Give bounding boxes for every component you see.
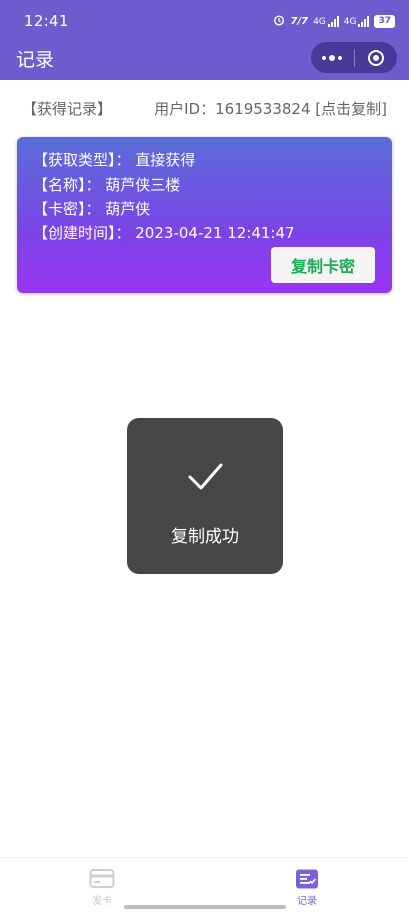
target-close-icon [367, 49, 384, 66]
home-indicator[interactable] [124, 905, 286, 909]
status-icons: 7/7 4G 4G 37 [273, 13, 395, 29]
alarm-icon [273, 14, 285, 29]
signal-bars-icon [327, 15, 339, 27]
toast-text: 复制成功 [171, 527, 239, 547]
tab-cards-label: 发卡 [92, 896, 112, 907]
item-name: 【名称】： 葫芦侠三楼 [33, 176, 181, 194]
more-button[interactable] [311, 42, 354, 73]
tab-bar: 发卡 记录 [0, 857, 409, 912]
checkmark-icon [188, 463, 223, 490]
page-title: 记录 [16, 49, 55, 71]
more-dots-icon [322, 54, 343, 61]
tab-records[interactable]: 记录 [277, 868, 337, 907]
tab-records-label: 记录 [297, 896, 317, 907]
status-time: 12:41 [24, 12, 69, 30]
record-card: 【获取类型】： 直接获得 【名称】： 葫芦侠三楼 【卡密】： 葫芦侠 【创建时间… [17, 137, 392, 293]
acquire-type: 【获取类型】： 直接获得 [33, 151, 196, 169]
top-bar: 12:41 7/7 4G 4G 37 记录 [0, 0, 409, 80]
card-key: 【卡密】： 葫芦侠 [33, 200, 151, 218]
signal-bars-2-icon: 4G [344, 15, 370, 27]
mini-program-capsule [311, 42, 397, 73]
copy-key-button[interactable]: 复制卡密 [271, 247, 375, 283]
battery-icon: 37 [374, 14, 395, 28]
signal-hd-icon: 7/7 [290, 15, 309, 27]
list-icon [296, 869, 318, 889]
records-header: 【获得记录】 用户ID：1619533824 [点击复制] [22, 98, 387, 118]
card-icon [89, 869, 115, 888]
tab-cards[interactable]: 发卡 [72, 868, 132, 907]
success-toast: 复制成功 [127, 418, 283, 574]
records-title: 【获得记录】 [22, 99, 113, 118]
network-label: 4G [313, 16, 326, 27]
close-mini-program-button[interactable] [355, 42, 398, 73]
created-time: 【创建时间】： 2023-04-21 12:41:47 [33, 224, 295, 242]
user-id-copy-link[interactable]: 用户ID：1619533824 [点击复制] [154, 98, 387, 119]
network-4g-icon: 4G [313, 15, 339, 27]
